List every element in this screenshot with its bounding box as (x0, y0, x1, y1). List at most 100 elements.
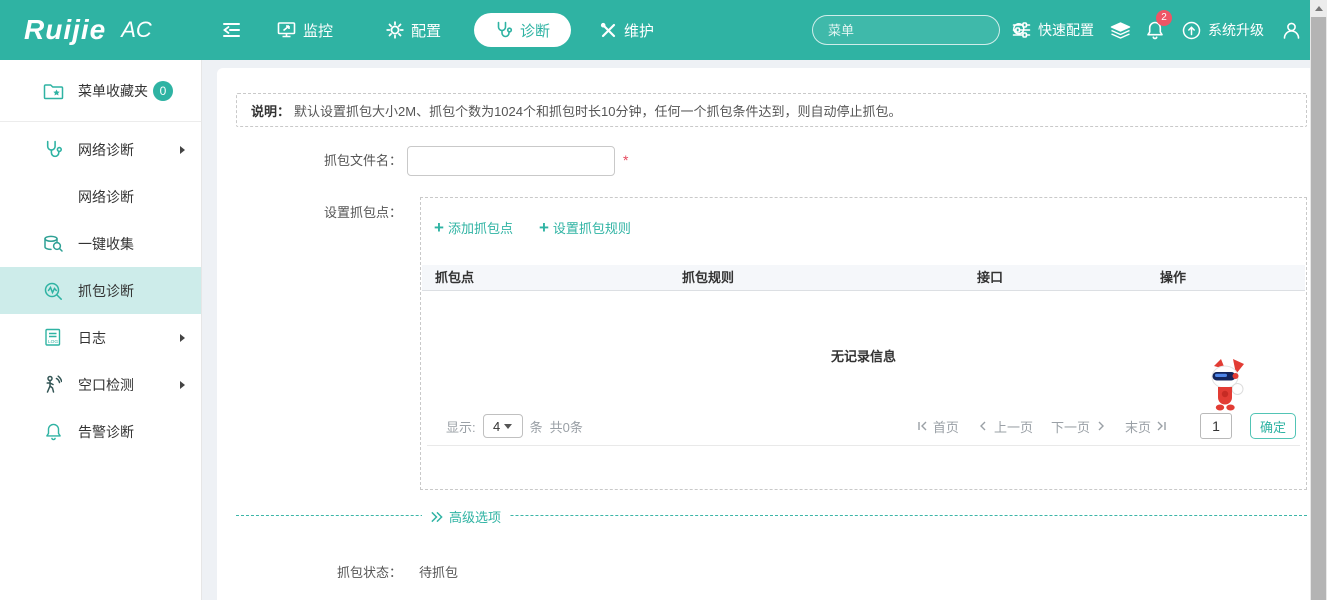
set-capture-rule-link[interactable]: 设置抓包规则 (539, 218, 631, 237)
upgrade-icon (1182, 21, 1201, 40)
tab-config[interactable]: 配置 (386, 0, 441, 60)
page-number-input[interactable] (1200, 413, 1232, 439)
first-page-button[interactable]: 首页 (916, 417, 959, 436)
page-size-value: 4 (493, 419, 500, 434)
first-page-label: 首页 (933, 417, 959, 436)
log-icon: LOG (42, 328, 64, 347)
stethoscope-icon (495, 21, 513, 39)
total-count-label: 共0条 (550, 417, 583, 436)
col-capture-point: 抓包点 (435, 265, 474, 291)
sidebar-item-label: 抓包诊断 (78, 281, 134, 301)
col-interface: 接口 (977, 265, 1003, 291)
prev-page-button[interactable]: 上一页 (977, 417, 1033, 436)
notifications-button[interactable]: 2 (1146, 0, 1164, 60)
col-capture-rule: 抓包规则 (682, 265, 734, 291)
scrollbar-thumb[interactable] (1311, 17, 1326, 600)
table-header-row: 抓包点 抓包规则 接口 操作 (422, 265, 1305, 291)
sidebar-item-favorites[interactable]: 菜单收藏夹 0 (0, 60, 201, 122)
tab-diagnosis-label: 诊断 (520, 20, 550, 41)
tab-monitor[interactable]: 监控 (277, 0, 333, 60)
pagination-separator (427, 445, 1300, 446)
filename-input[interactable] (407, 146, 615, 176)
brand: Ruijie AC (24, 0, 152, 60)
set-capture-rule-label: 设置抓包规则 (553, 218, 631, 237)
sidebar-item-label: 空口检测 (78, 375, 134, 395)
chevron-right-icon (180, 381, 185, 389)
first-page-icon (916, 420, 928, 432)
page-size-select[interactable]: 4 (483, 414, 523, 438)
advanced-options-divider: 高级选项 (236, 515, 1307, 516)
capture-status-value: 待抓包 (419, 563, 458, 583)
topbar: Ruijie AC 监控 配置 (0, 0, 1310, 60)
tab-monitor-label: 监控 (303, 20, 333, 41)
caret-down-icon (504, 424, 512, 429)
ruijie-logo: Ruijie (24, 14, 106, 46)
next-page-button[interactable]: 下一页 (1051, 417, 1107, 436)
tab-diagnosis[interactable]: 诊断 (474, 13, 571, 47)
quick-config-button[interactable]: 快速配置 (1012, 0, 1094, 60)
sidebar-collapse-icon[interactable] (220, 21, 242, 39)
main-area: 说明： 默认设置抓包大小2M、抓包个数为1024个和抓包时长10分钟，任何一个抓… (202, 60, 1310, 600)
monitor-icon (277, 21, 296, 39)
menu-search-input[interactable] (813, 23, 1012, 38)
note-label: 说明： (251, 101, 290, 120)
confirm-page-button[interactable]: 确定 (1250, 413, 1296, 439)
advanced-options-toggle[interactable]: 高级选项 (422, 507, 509, 526)
vertical-scrollbar (1310, 0, 1327, 600)
page-nav-area: 首页 上一页 下一页 末页 (916, 410, 1296, 442)
content-card: 说明： 默认设置抓包大小2M、抓包个数为1024个和抓包时长10分钟，任何一个抓… (217, 68, 1310, 600)
layers-icon (1110, 22, 1131, 39)
show-label: 显示: (446, 417, 476, 436)
tools-icon (600, 22, 617, 39)
next-page-label: 下一页 (1051, 417, 1090, 436)
pagination-bar: 显示: 4 条 共0条 首页 (421, 410, 1306, 442)
double-chevron-right-icon (430, 511, 443, 523)
required-mark: * (623, 152, 628, 168)
alarm-bell-icon (42, 422, 64, 441)
last-page-button[interactable]: 末页 (1125, 417, 1168, 436)
plus-icon (539, 219, 549, 236)
prev-page-icon (977, 420, 989, 432)
unit-label: 条 (530, 417, 543, 436)
chevron-right-icon (180, 146, 185, 154)
collect-icon (42, 235, 64, 253)
sidebar-item-one-click-collect[interactable]: 一键收集 (0, 220, 201, 267)
capture-icon (42, 281, 64, 301)
gear-icon (386, 21, 404, 39)
sidebar-item-packet-capture[interactable]: 抓包诊断 (0, 267, 201, 314)
sidebar-item-alarm-diagnosis[interactable]: 告警诊断 (0, 408, 201, 455)
next-page-icon (1095, 420, 1107, 432)
quick-config-label: 快速配置 (1038, 20, 1094, 40)
sidebar-subitem-network-diagnosis[interactable]: 网络诊断 (0, 173, 201, 220)
last-page-label: 末页 (1125, 417, 1151, 436)
prev-page-label: 上一页 (994, 417, 1033, 436)
user-account-button[interactable] (1282, 0, 1301, 60)
plus-icon (434, 219, 444, 236)
menu-search (812, 15, 1000, 45)
col-operation: 操作 (1160, 265, 1186, 291)
sliders-icon (1012, 22, 1031, 38)
add-capture-point-link[interactable]: 添加抓包点 (434, 218, 513, 237)
sidebar-menu: 网络诊断 网络诊断 一键收集 (0, 122, 201, 455)
capture-status-label: 抓包状态： (217, 563, 402, 583)
batch-config-button[interactable] (1110, 0, 1131, 60)
tab-maintain-label: 维护 (624, 20, 654, 41)
tab-maintain[interactable]: 维护 (600, 0, 654, 60)
sidebar-item-log[interactable]: LOG 日志 (0, 314, 201, 361)
sidebar-item-label: 网络诊断 (78, 140, 134, 160)
product-name: AC (121, 17, 152, 43)
panel-links: 添加抓包点 设置抓包规则 (434, 218, 631, 237)
chevron-right-icon (180, 334, 185, 342)
sidebar-item-label: 网络诊断 (78, 187, 134, 207)
capture-points-panel: 添加抓包点 设置抓包规则 抓包点 抓包规则 接口 操作 无记录信息 (420, 197, 1307, 490)
capture-points-label: 设置抓包点： (217, 198, 402, 228)
add-capture-point-label: 添加抓包点 (448, 218, 513, 237)
system-upgrade-button[interactable]: 系统升级 (1182, 0, 1264, 60)
scrollbar-up-button[interactable] (1310, 0, 1327, 17)
sidebar-item-air-interface[interactable]: 空口检测 (0, 361, 201, 408)
folder-star-icon (42, 82, 64, 100)
sidebar-item-favorites-label: 菜单收藏夹 (78, 81, 148, 101)
stethoscope-icon (42, 140, 64, 159)
sidebar-item-network-diagnosis[interactable]: 网络诊断 (0, 126, 201, 173)
tab-config-label: 配置 (411, 20, 441, 41)
